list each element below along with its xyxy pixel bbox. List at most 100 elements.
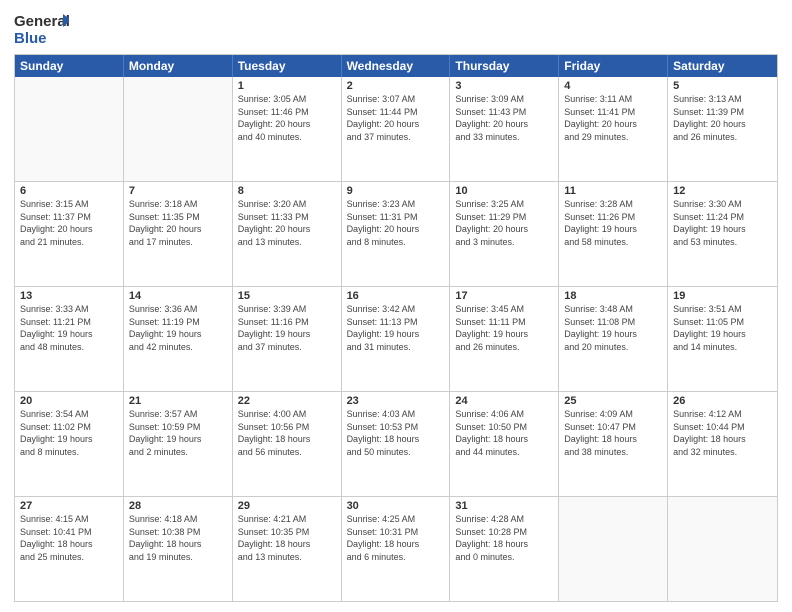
calendar-empty-cell (124, 77, 233, 181)
day-number: 21 (129, 395, 227, 407)
day-number: 4 (564, 80, 662, 92)
calendar-day-11: 11Sunrise: 3:28 AMSunset: 11:26 PMDaylig… (559, 182, 668, 286)
calendar-day-17: 17Sunrise: 3:45 AMSunset: 11:11 PMDaylig… (450, 287, 559, 391)
day-info: Sunrise: 4:15 AMSunset: 10:41 PMDaylight… (20, 513, 118, 563)
day-info: Sunrise: 3:11 AMSunset: 11:41 PMDaylight… (564, 93, 662, 143)
day-info: Sunrise: 3:07 AMSunset: 11:44 PMDaylight… (347, 93, 445, 143)
day-number: 25 (564, 395, 662, 407)
weekday-header-saturday: Saturday (668, 55, 777, 77)
day-info: Sunrise: 3:09 AMSunset: 11:43 PMDaylight… (455, 93, 553, 143)
calendar-week-1: 1Sunrise: 3:05 AMSunset: 11:46 PMDayligh… (15, 77, 777, 182)
calendar-day-22: 22Sunrise: 4:00 AMSunset: 10:56 PMDaylig… (233, 392, 342, 496)
weekday-header-sunday: Sunday (15, 55, 124, 77)
logo-svg: General Blue (14, 10, 69, 48)
day-info: Sunrise: 3:48 AMSunset: 11:08 PMDaylight… (564, 303, 662, 353)
day-number: 16 (347, 290, 445, 302)
calendar-day-8: 8Sunrise: 3:20 AMSunset: 11:33 PMDayligh… (233, 182, 342, 286)
calendar-day-2: 2Sunrise: 3:07 AMSunset: 11:44 PMDayligh… (342, 77, 451, 181)
day-number: 9 (347, 185, 445, 197)
day-info: Sunrise: 3:23 AMSunset: 11:31 PMDaylight… (347, 198, 445, 248)
day-info: Sunrise: 3:51 AMSunset: 11:05 PMDaylight… (673, 303, 772, 353)
day-number: 28 (129, 500, 227, 512)
day-info: Sunrise: 4:28 AMSunset: 10:28 PMDaylight… (455, 513, 553, 563)
calendar-day-21: 21Sunrise: 3:57 AMSunset: 10:59 PMDaylig… (124, 392, 233, 496)
day-info: Sunrise: 3:30 AMSunset: 11:24 PMDaylight… (673, 198, 772, 248)
calendar-day-29: 29Sunrise: 4:21 AMSunset: 10:35 PMDaylig… (233, 497, 342, 601)
calendar-week-2: 6Sunrise: 3:15 AMSunset: 11:37 PMDayligh… (15, 182, 777, 287)
day-number: 30 (347, 500, 445, 512)
day-info: Sunrise: 3:39 AMSunset: 11:16 PMDaylight… (238, 303, 336, 353)
day-info: Sunrise: 4:25 AMSunset: 10:31 PMDaylight… (347, 513, 445, 563)
day-info: Sunrise: 3:28 AMSunset: 11:26 PMDaylight… (564, 198, 662, 248)
calendar-header-row: SundayMondayTuesdayWednesdayThursdayFrid… (15, 55, 777, 77)
calendar-day-14: 14Sunrise: 3:36 AMSunset: 11:19 PMDaylig… (124, 287, 233, 391)
day-number: 27 (20, 500, 118, 512)
day-info: Sunrise: 4:06 AMSunset: 10:50 PMDaylight… (455, 408, 553, 458)
day-info: Sunrise: 3:36 AMSunset: 11:19 PMDaylight… (129, 303, 227, 353)
calendar-day-12: 12Sunrise: 3:30 AMSunset: 11:24 PMDaylig… (668, 182, 777, 286)
calendar-day-23: 23Sunrise: 4:03 AMSunset: 10:53 PMDaylig… (342, 392, 451, 496)
day-info: Sunrise: 3:18 AMSunset: 11:35 PMDaylight… (129, 198, 227, 248)
day-number: 29 (238, 500, 336, 512)
calendar-day-5: 5Sunrise: 3:13 AMSunset: 11:39 PMDayligh… (668, 77, 777, 181)
day-info: Sunrise: 3:57 AMSunset: 10:59 PMDaylight… (129, 408, 227, 458)
day-number: 17 (455, 290, 553, 302)
day-number: 18 (564, 290, 662, 302)
calendar: SundayMondayTuesdayWednesdayThursdayFrid… (14, 54, 778, 602)
day-info: Sunrise: 4:00 AMSunset: 10:56 PMDaylight… (238, 408, 336, 458)
day-info: Sunrise: 4:21 AMSunset: 10:35 PMDaylight… (238, 513, 336, 563)
day-info: Sunrise: 4:09 AMSunset: 10:47 PMDaylight… (564, 408, 662, 458)
day-info: Sunrise: 4:03 AMSunset: 10:53 PMDaylight… (347, 408, 445, 458)
day-number: 3 (455, 80, 553, 92)
calendar-day-28: 28Sunrise: 4:18 AMSunset: 10:38 PMDaylig… (124, 497, 233, 601)
day-number: 31 (455, 500, 553, 512)
logo: General Blue (14, 10, 69, 48)
day-info: Sunrise: 3:15 AMSunset: 11:37 PMDaylight… (20, 198, 118, 248)
day-number: 6 (20, 185, 118, 197)
day-number: 15 (238, 290, 336, 302)
calendar-body: 1Sunrise: 3:05 AMSunset: 11:46 PMDayligh… (15, 77, 777, 601)
calendar-day-4: 4Sunrise: 3:11 AMSunset: 11:41 PMDayligh… (559, 77, 668, 181)
day-number: 23 (347, 395, 445, 407)
day-number: 1 (238, 80, 336, 92)
calendar-day-9: 9Sunrise: 3:23 AMSunset: 11:31 PMDayligh… (342, 182, 451, 286)
calendar-day-7: 7Sunrise: 3:18 AMSunset: 11:35 PMDayligh… (124, 182, 233, 286)
svg-text:General: General (14, 13, 69, 30)
day-number: 20 (20, 395, 118, 407)
calendar-day-26: 26Sunrise: 4:12 AMSunset: 10:44 PMDaylig… (668, 392, 777, 496)
calendar-day-1: 1Sunrise: 3:05 AMSunset: 11:46 PMDayligh… (233, 77, 342, 181)
day-number: 24 (455, 395, 553, 407)
calendar-day-16: 16Sunrise: 3:42 AMSunset: 11:13 PMDaylig… (342, 287, 451, 391)
calendar-day-13: 13Sunrise: 3:33 AMSunset: 11:21 PMDaylig… (15, 287, 124, 391)
day-info: Sunrise: 4:12 AMSunset: 10:44 PMDaylight… (673, 408, 772, 458)
svg-text:Blue: Blue (14, 30, 47, 47)
day-number: 5 (673, 80, 772, 92)
day-info: Sunrise: 3:13 AMSunset: 11:39 PMDaylight… (673, 93, 772, 143)
calendar-day-24: 24Sunrise: 4:06 AMSunset: 10:50 PMDaylig… (450, 392, 559, 496)
day-number: 12 (673, 185, 772, 197)
day-number: 7 (129, 185, 227, 197)
weekday-header-wednesday: Wednesday (342, 55, 451, 77)
day-number: 10 (455, 185, 553, 197)
day-number: 19 (673, 290, 772, 302)
calendar-empty-cell (15, 77, 124, 181)
day-info: Sunrise: 3:54 AMSunset: 11:02 PMDaylight… (20, 408, 118, 458)
calendar-day-18: 18Sunrise: 3:48 AMSunset: 11:08 PMDaylig… (559, 287, 668, 391)
day-number: 8 (238, 185, 336, 197)
calendar-week-3: 13Sunrise: 3:33 AMSunset: 11:21 PMDaylig… (15, 287, 777, 392)
calendar-week-5: 27Sunrise: 4:15 AMSunset: 10:41 PMDaylig… (15, 497, 777, 601)
calendar-day-30: 30Sunrise: 4:25 AMSunset: 10:31 PMDaylig… (342, 497, 451, 601)
header: General Blue (14, 10, 778, 48)
day-number: 22 (238, 395, 336, 407)
day-info: Sunrise: 3:42 AMSunset: 11:13 PMDaylight… (347, 303, 445, 353)
calendar-day-25: 25Sunrise: 4:09 AMSunset: 10:47 PMDaylig… (559, 392, 668, 496)
day-info: Sunrise: 3:05 AMSunset: 11:46 PMDaylight… (238, 93, 336, 143)
calendar-week-4: 20Sunrise: 3:54 AMSunset: 11:02 PMDaylig… (15, 392, 777, 497)
calendar-day-6: 6Sunrise: 3:15 AMSunset: 11:37 PMDayligh… (15, 182, 124, 286)
calendar-day-3: 3Sunrise: 3:09 AMSunset: 11:43 PMDayligh… (450, 77, 559, 181)
weekday-header-monday: Monday (124, 55, 233, 77)
day-number: 2 (347, 80, 445, 92)
calendar-empty-cell (559, 497, 668, 601)
day-info: Sunrise: 3:25 AMSunset: 11:29 PMDaylight… (455, 198, 553, 248)
day-number: 13 (20, 290, 118, 302)
